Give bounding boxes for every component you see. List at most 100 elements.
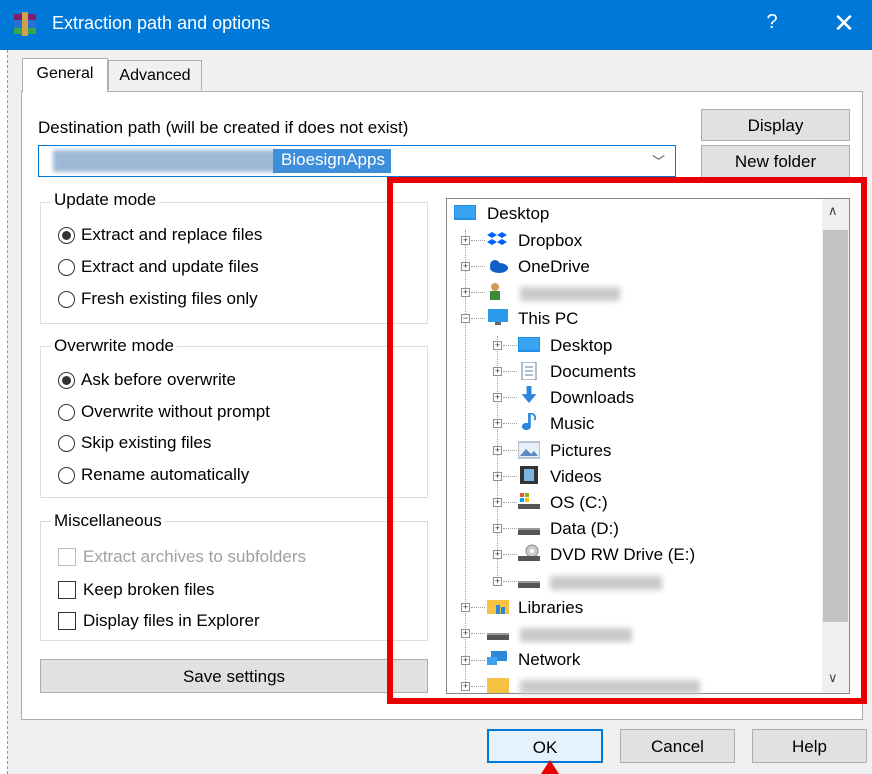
chevron-down-icon[interactable]: ﹀ bbox=[652, 151, 665, 170]
tree-item-pc-desktop[interactable]: Desktop bbox=[550, 336, 612, 356]
radio-overwrite-without-prompt-label[interactable]: Overwrite without prompt bbox=[81, 402, 270, 422]
downloads-icon bbox=[521, 386, 537, 404]
radio-skip-existing-label[interactable]: Skip existing files bbox=[81, 433, 211, 453]
tree-item-os-c[interactable]: OS (C:) bbox=[550, 493, 608, 513]
tree-item-drive-blurred[interactable] bbox=[550, 576, 662, 590]
ok-button[interactable]: OK bbox=[487, 729, 603, 763]
pointer-arrow-icon bbox=[541, 760, 559, 774]
desktop-icon bbox=[454, 205, 476, 220]
tree-item-network[interactable]: Network bbox=[518, 650, 580, 670]
help-icon[interactable]: ? bbox=[760, 11, 784, 34]
expand-icon[interactable]: + bbox=[493, 524, 502, 533]
dropbox-icon bbox=[487, 232, 507, 245]
tree-item-drive-blurred[interactable] bbox=[520, 628, 632, 642]
checkbox-display-explorer-label[interactable]: Display files in Explorer bbox=[83, 611, 260, 631]
expand-icon[interactable]: + bbox=[493, 472, 502, 481]
drive-icon bbox=[518, 581, 540, 588]
network-icon bbox=[487, 651, 507, 665]
expand-icon[interactable]: + bbox=[493, 393, 502, 402]
tree-item-this-pc[interactable]: This PC bbox=[518, 309, 578, 329]
tree-scrollbar-thumb[interactable] bbox=[823, 230, 848, 622]
cancel-button[interactable]: Cancel bbox=[620, 729, 735, 763]
radio-rename-auto-label[interactable]: Rename automatically bbox=[81, 465, 249, 485]
radio-extract-replace-label[interactable]: Extract and replace files bbox=[81, 225, 262, 245]
user-icon bbox=[490, 283, 500, 300]
tree-item-pictures[interactable]: Pictures bbox=[550, 441, 611, 461]
expand-icon[interactable]: + bbox=[461, 288, 470, 297]
dvd-drive-icon bbox=[518, 544, 540, 561]
tree-item-user-blurred[interactable] bbox=[520, 287, 620, 301]
radio-skip-existing[interactable] bbox=[58, 435, 75, 452]
tree-item-desktop[interactable]: Desktop bbox=[487, 204, 549, 224]
expand-icon[interactable]: + bbox=[493, 498, 502, 507]
folder-icon bbox=[487, 678, 509, 693]
tree-item-downloads[interactable]: Downloads bbox=[550, 388, 634, 408]
tree-item-dropbox[interactable]: Dropbox bbox=[518, 231, 582, 251]
title-bar: Extraction path and options ? ✕ bbox=[0, 0, 872, 50]
display-button[interactable]: Display bbox=[701, 109, 850, 141]
documents-icon bbox=[521, 362, 537, 380]
expand-icon[interactable]: + bbox=[461, 629, 470, 638]
tree-item-libraries[interactable]: Libraries bbox=[518, 598, 583, 618]
new-folder-button[interactable]: New folder bbox=[701, 145, 850, 178]
radio-fresh-existing-label[interactable]: Fresh existing files only bbox=[81, 289, 258, 309]
miscellaneous-title: Miscellaneous bbox=[51, 511, 165, 531]
onedrive-icon bbox=[490, 260, 508, 273]
tree-item-dvd-e[interactable]: DVD RW Drive (E:) bbox=[550, 545, 695, 565]
expand-icon[interactable]: + bbox=[461, 656, 470, 665]
expand-icon[interactable]: + bbox=[493, 367, 502, 376]
update-mode-title: Update mode bbox=[51, 190, 160, 210]
checkbox-display-explorer[interactable] bbox=[58, 612, 76, 630]
this-pc-icon bbox=[488, 309, 508, 325]
tree-item-data-d[interactable]: Data (D:) bbox=[550, 519, 619, 539]
close-icon[interactable]: ✕ bbox=[826, 8, 862, 38]
expand-icon[interactable]: + bbox=[493, 446, 502, 455]
radio-extract-replace[interactable] bbox=[58, 227, 75, 244]
window-edge bbox=[0, 50, 8, 774]
tab-general[interactable]: General bbox=[22, 58, 108, 92]
collapse-icon[interactable]: − bbox=[461, 314, 470, 323]
destination-path-combo[interactable]: BioesignApps ﹀ bbox=[38, 145, 676, 177]
drive-icon bbox=[487, 633, 509, 640]
expand-icon[interactable]: + bbox=[461, 682, 470, 691]
expand-icon[interactable]: + bbox=[461, 603, 470, 612]
winrar-icon bbox=[14, 12, 36, 36]
scroll-up-icon[interactable]: ∧ bbox=[828, 203, 838, 219]
radio-fresh-existing[interactable] bbox=[58, 291, 75, 308]
radio-extract-update-label[interactable]: Extract and update files bbox=[81, 257, 259, 277]
tree-item-folder-blurred[interactable] bbox=[520, 680, 700, 694]
destination-path-label: Destination path (will be created if doe… bbox=[38, 118, 409, 137]
checkbox-keep-broken[interactable] bbox=[58, 581, 76, 599]
checkbox-extract-subfolders[interactable] bbox=[58, 548, 76, 566]
scroll-down-icon[interactable]: ∨ bbox=[828, 670, 838, 686]
music-icon bbox=[521, 413, 537, 431]
destination-path-blurred bbox=[53, 150, 277, 172]
os-drive-icon bbox=[518, 493, 540, 509]
expand-icon[interactable]: + bbox=[493, 341, 502, 350]
window-title: Extraction path and options bbox=[52, 13, 271, 33]
videos-icon bbox=[520, 466, 538, 484]
destination-path-value: BioesignApps bbox=[273, 149, 391, 173]
overwrite-mode-title: Overwrite mode bbox=[51, 336, 177, 356]
radio-ask-before[interactable] bbox=[58, 372, 75, 389]
tree-item-documents[interactable]: Documents bbox=[550, 362, 636, 382]
tree-item-onedrive[interactable]: OneDrive bbox=[518, 257, 590, 277]
tree-item-videos[interactable]: Videos bbox=[550, 467, 602, 487]
tab-advanced[interactable]: Advanced bbox=[108, 60, 202, 90]
expand-icon[interactable]: + bbox=[493, 577, 502, 586]
radio-overwrite-without-prompt[interactable] bbox=[58, 404, 75, 421]
libraries-icon bbox=[487, 600, 509, 614]
expand-icon[interactable]: + bbox=[461, 236, 470, 245]
radio-rename-auto[interactable] bbox=[58, 467, 75, 484]
expand-icon[interactable]: + bbox=[461, 262, 470, 271]
expand-icon[interactable]: + bbox=[493, 550, 502, 559]
checkbox-keep-broken-label[interactable]: Keep broken files bbox=[83, 580, 214, 600]
radio-extract-update[interactable] bbox=[58, 259, 75, 276]
help-button[interactable]: Help bbox=[752, 729, 867, 763]
radio-ask-before-label[interactable]: Ask before overwrite bbox=[81, 370, 236, 390]
save-settings-button[interactable]: Save settings bbox=[40, 659, 428, 693]
desktop-icon bbox=[518, 337, 540, 352]
expand-icon[interactable]: + bbox=[493, 419, 502, 428]
checkbox-extract-subfolders-label[interactable]: Extract archives to subfolders bbox=[83, 547, 306, 567]
tree-item-music[interactable]: Music bbox=[550, 414, 594, 434]
